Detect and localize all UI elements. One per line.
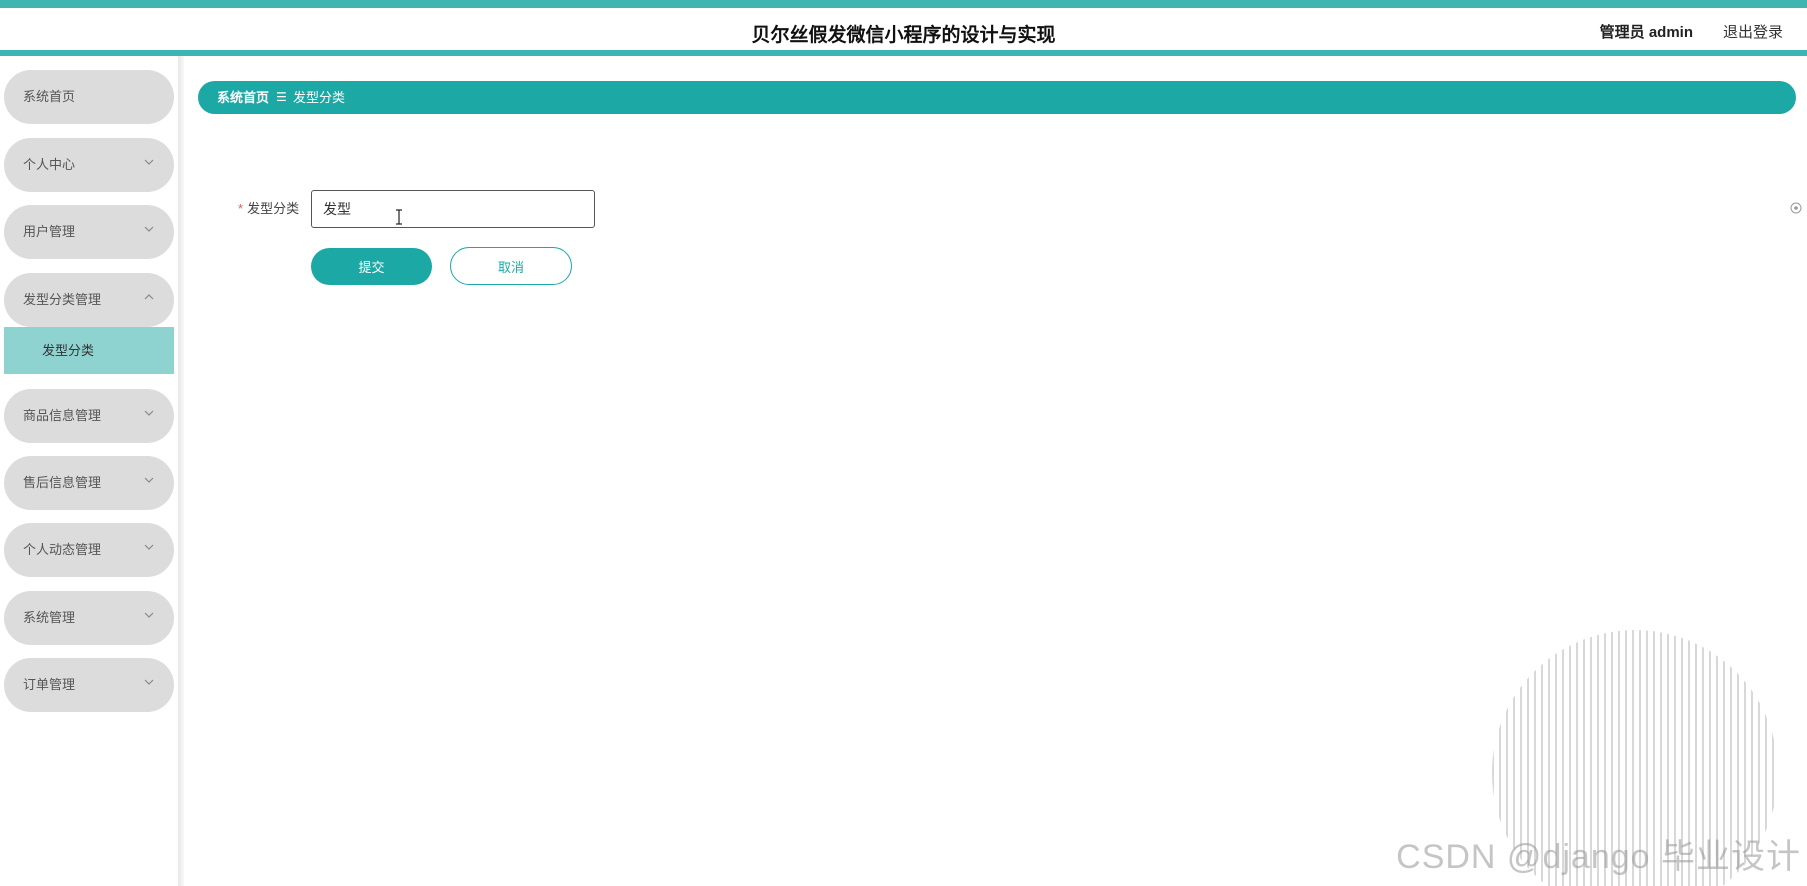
field-label-text: 发型分类 [247,201,300,216]
submit-button[interactable]: 提交 [311,248,432,285]
breadcrumb-home-link[interactable]: 系统首页 [217,81,269,114]
sidebar-item-hairstyle-category-management[interactable]: 发型分类管理 [4,273,174,327]
chevron-down-icon [144,544,154,550]
header-top-accent [0,0,1807,8]
sidebar-item-system-management[interactable]: 系统管理 [4,591,174,645]
app-title: 贝尔丝假发微信小程序的设计与实现 [751,25,1056,46]
chevron-down-icon [144,477,154,483]
sidebar-item-label: 个人动态管理 [23,542,102,557]
text-cursor-icon [396,209,402,225]
sidebar-item-product-management[interactable]: 商品信息管理 [4,389,174,443]
chevron-down-icon [144,226,154,232]
required-mark: * [238,201,244,216]
logout-link[interactable]: 退出登录 [1723,21,1783,42]
sidebar-item-personal-feed-management[interactable]: 个人动态管理 [4,523,174,577]
chevron-up-icon [144,294,154,300]
sidebar-item-label: 商品信息管理 [23,408,102,423]
sidebar-item-label: 系统管理 [23,610,76,625]
hairstyle-category-input[interactable] [311,190,595,228]
breadcrumb: 系统首页 ☰ 发型分类 [198,81,1796,114]
sidebar-item-label: 用户管理 [23,224,76,239]
sidebar-item-label: 系统首页 [23,89,76,104]
hairstyle-category-label: * 发型分类 [238,198,299,217]
user-label: 管理员 admin [1599,24,1693,41]
sidebar-item-user-management[interactable]: 用户管理 [4,205,174,259]
breadcrumb-current: 发型分类 [293,90,346,105]
sidebar-item-personal-center[interactable]: 个人中心 [4,138,174,192]
watermark: CSDN @django 毕业设计 [1396,838,1801,876]
chevron-down-icon [144,410,154,416]
sidebar-item-home[interactable]: 系统首页 [4,70,174,124]
sidebar-subitem-hairstyle-category[interactable]: 发型分类 [4,327,174,374]
sidebar-item-label: 订单管理 [23,677,76,692]
breadcrumb-separator-icon: ☰ [276,90,287,104]
chevron-down-icon [144,612,154,618]
sidebar-divider [178,56,184,886]
chevron-down-icon [144,159,154,165]
sidebar-subitem-label: 发型分类 [42,343,95,358]
header: 贝尔丝假发微信小程序的设计与实现 管理员 admin 退出登录 [0,8,1807,52]
sidebar-item-order-management[interactable]: 订单管理 [4,658,174,712]
sidebar-item-label: 售后信息管理 [23,475,102,490]
circle-dot-icon[interactable] [1790,202,1802,214]
header-bottom-accent [0,50,1807,56]
sidebar-item-label: 个人中心 [23,157,76,172]
sidebar-item-after-sales-management[interactable]: 售后信息管理 [4,456,174,510]
chevron-down-icon [144,679,154,685]
cancel-button[interactable]: 取消 [450,247,572,285]
sidebar-item-label: 发型分类管理 [23,292,102,307]
